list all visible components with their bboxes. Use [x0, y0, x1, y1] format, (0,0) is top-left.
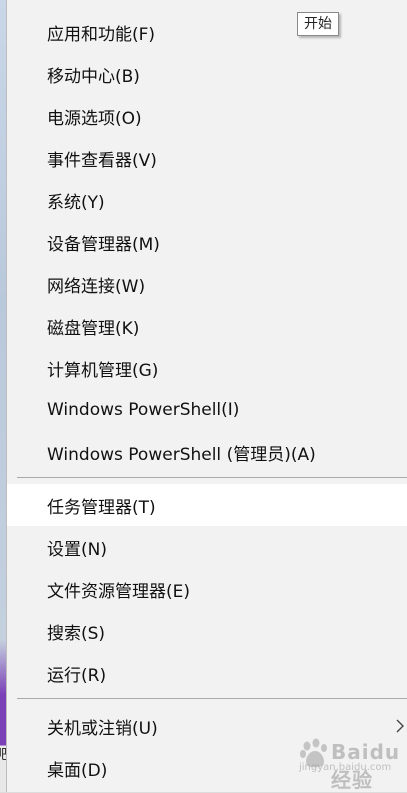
winx-context-menu: 应用和功能(F) 移动中心(B) 电源选项(O) 事件查看器(V) 系统(Y) … — [6, 0, 407, 792]
menu-separator — [17, 698, 407, 699]
menu-item-task-manager[interactable]: 任务管理器(T) — [7, 484, 407, 526]
menu-item-mobility-center[interactable]: 移动中心(B) — [7, 53, 407, 95]
menu-item-label: 设置(N) — [47, 539, 107, 560]
menu-item-powershell[interactable]: Windows PowerShell(I) — [7, 389, 407, 431]
menu-item-label: 桌面(D) — [47, 760, 108, 781]
menu-item-apps-and-features[interactable]: 应用和功能(F) — [7, 11, 407, 53]
menu-item-label: 网络连接(W) — [47, 276, 146, 297]
menu-item-label: 计算机管理(G) — [47, 360, 159, 381]
menu-item-run[interactable]: 运行(R) — [7, 652, 407, 694]
menu-item-label: Windows PowerShell (管理员)(A) — [47, 444, 316, 465]
menu-item-label: 系统(Y) — [47, 192, 105, 213]
menu-item-label: 运行(R) — [47, 665, 107, 686]
menu-item-computer-management[interactable]: 计算机管理(G) — [7, 347, 407, 389]
menu-item-desktop[interactable]: 桌面(D) — [7, 747, 407, 789]
menu-item-label: 设备管理器(M) — [47, 234, 160, 255]
menu-item-event-viewer[interactable]: 事件查看器(V) — [7, 137, 407, 179]
menu-item-label: 文件资源管理器(E) — [47, 581, 191, 602]
menu-item-system[interactable]: 系统(Y) — [7, 179, 407, 221]
menu-item-disk-management[interactable]: 磁盘管理(K) — [7, 305, 407, 347]
menu-item-label: 磁盘管理(K) — [47, 318, 140, 339]
menu-separator — [17, 477, 407, 478]
menu-item-label: 关机或注销(U) — [47, 718, 158, 739]
menu-item-label: 移动中心(B) — [47, 66, 140, 87]
menu-item-device-manager[interactable]: 设备管理器(M) — [7, 221, 407, 263]
chevron-right-icon — [396, 719, 404, 733]
menu-item-label: 搜索(S) — [47, 623, 106, 644]
menu-item-search[interactable]: 搜索(S) — [7, 610, 407, 652]
menu-item-label: Windows PowerShell(I) — [47, 400, 240, 420]
menu-item-shutdown-or-signout[interactable]: 关机或注销(U) — [7, 705, 407, 747]
menu-item-label: 应用和功能(F) — [47, 24, 156, 45]
menu-item-label: 任务管理器(T) — [47, 497, 156, 518]
menu-item-network-connections[interactable]: 网络连接(W) — [7, 263, 407, 305]
menu-item-label: 事件查看器(V) — [47, 150, 157, 171]
start-button-tooltip: 开始 — [297, 12, 339, 36]
menu-item-powershell-admin[interactable]: Windows PowerShell (管理员)(A) — [7, 431, 407, 473]
menu-item-power-options[interactable]: 电源选项(O) — [7, 95, 407, 137]
menu-item-label: 电源选项(O) — [47, 108, 142, 129]
menu-item-settings[interactable]: 设置(N) — [7, 526, 407, 568]
menu-item-file-explorer[interactable]: 文件资源管理器(E) — [7, 568, 407, 610]
